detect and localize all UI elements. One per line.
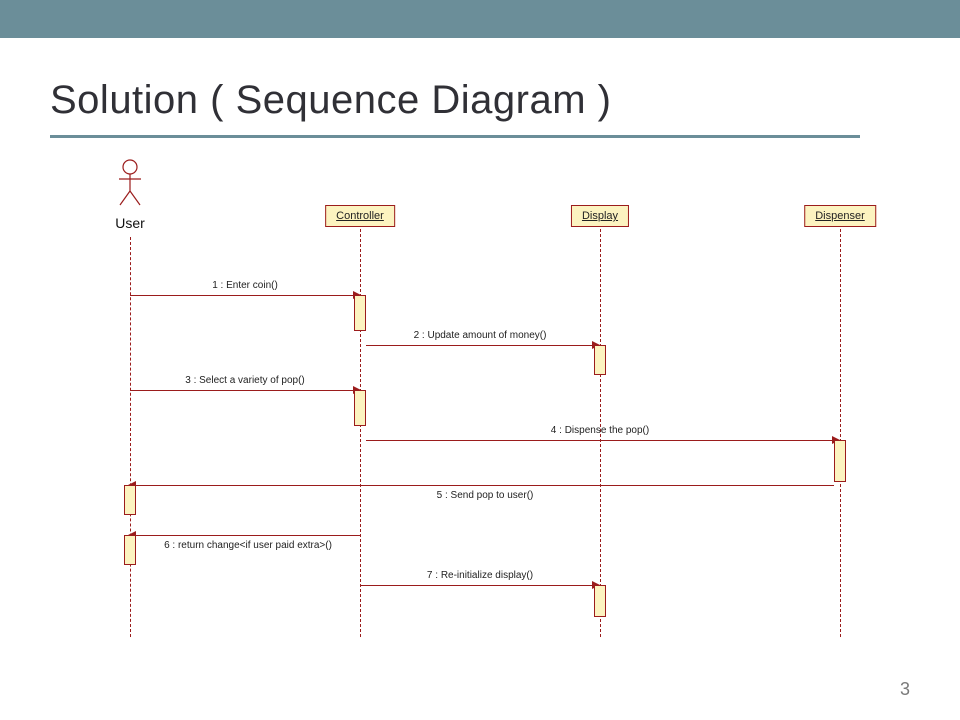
msg-6-line [136, 535, 360, 536]
activation-dispenser-1 [834, 440, 846, 482]
msg-4-label: 4 : Dispense the pop() [551, 425, 649, 436]
sequence-diagram: User Controller Display Dispenser 1 : En… [70, 155, 900, 645]
lifeline-dispenser [840, 229, 841, 637]
page-number: 3 [900, 679, 910, 700]
title-underline [50, 135, 860, 138]
msg-4-line [366, 440, 834, 441]
msg-7-line [360, 585, 594, 586]
activation-display-1 [594, 345, 606, 375]
msg-3-line [130, 390, 355, 391]
activation-display-2 [594, 585, 606, 617]
msg-6-label: 6 : return change<if user paid extra>() [164, 540, 332, 551]
msg-2-label: 2 : Update amount of money() [414, 330, 547, 341]
lifeline-user [130, 237, 131, 637]
actor-icon [117, 159, 143, 212]
msg-5-label: 5 : Send pop to user() [437, 490, 534, 501]
activation-controller-1 [354, 295, 366, 331]
msg-1-line [130, 295, 355, 296]
actor-label: User [90, 215, 170, 231]
msg-3-label: 3 : Select a variety of pop() [185, 375, 305, 386]
msg-5-line [136, 485, 834, 486]
msg-1-label: 1 : Enter coin() [212, 280, 278, 291]
activation-controller-2 [354, 390, 366, 426]
activation-user-1 [124, 485, 136, 515]
participant-display: Display [571, 205, 629, 227]
participant-controller: Controller [325, 205, 395, 227]
activation-user-2 [124, 535, 136, 565]
participant-dispenser: Dispenser [804, 205, 876, 227]
msg-7-label: 7 : Re-initialize display() [427, 570, 533, 581]
slide-top-bar [0, 0, 960, 38]
page-title: Solution ( Sequence Diagram ) [50, 78, 611, 123]
msg-2-line [366, 345, 594, 346]
